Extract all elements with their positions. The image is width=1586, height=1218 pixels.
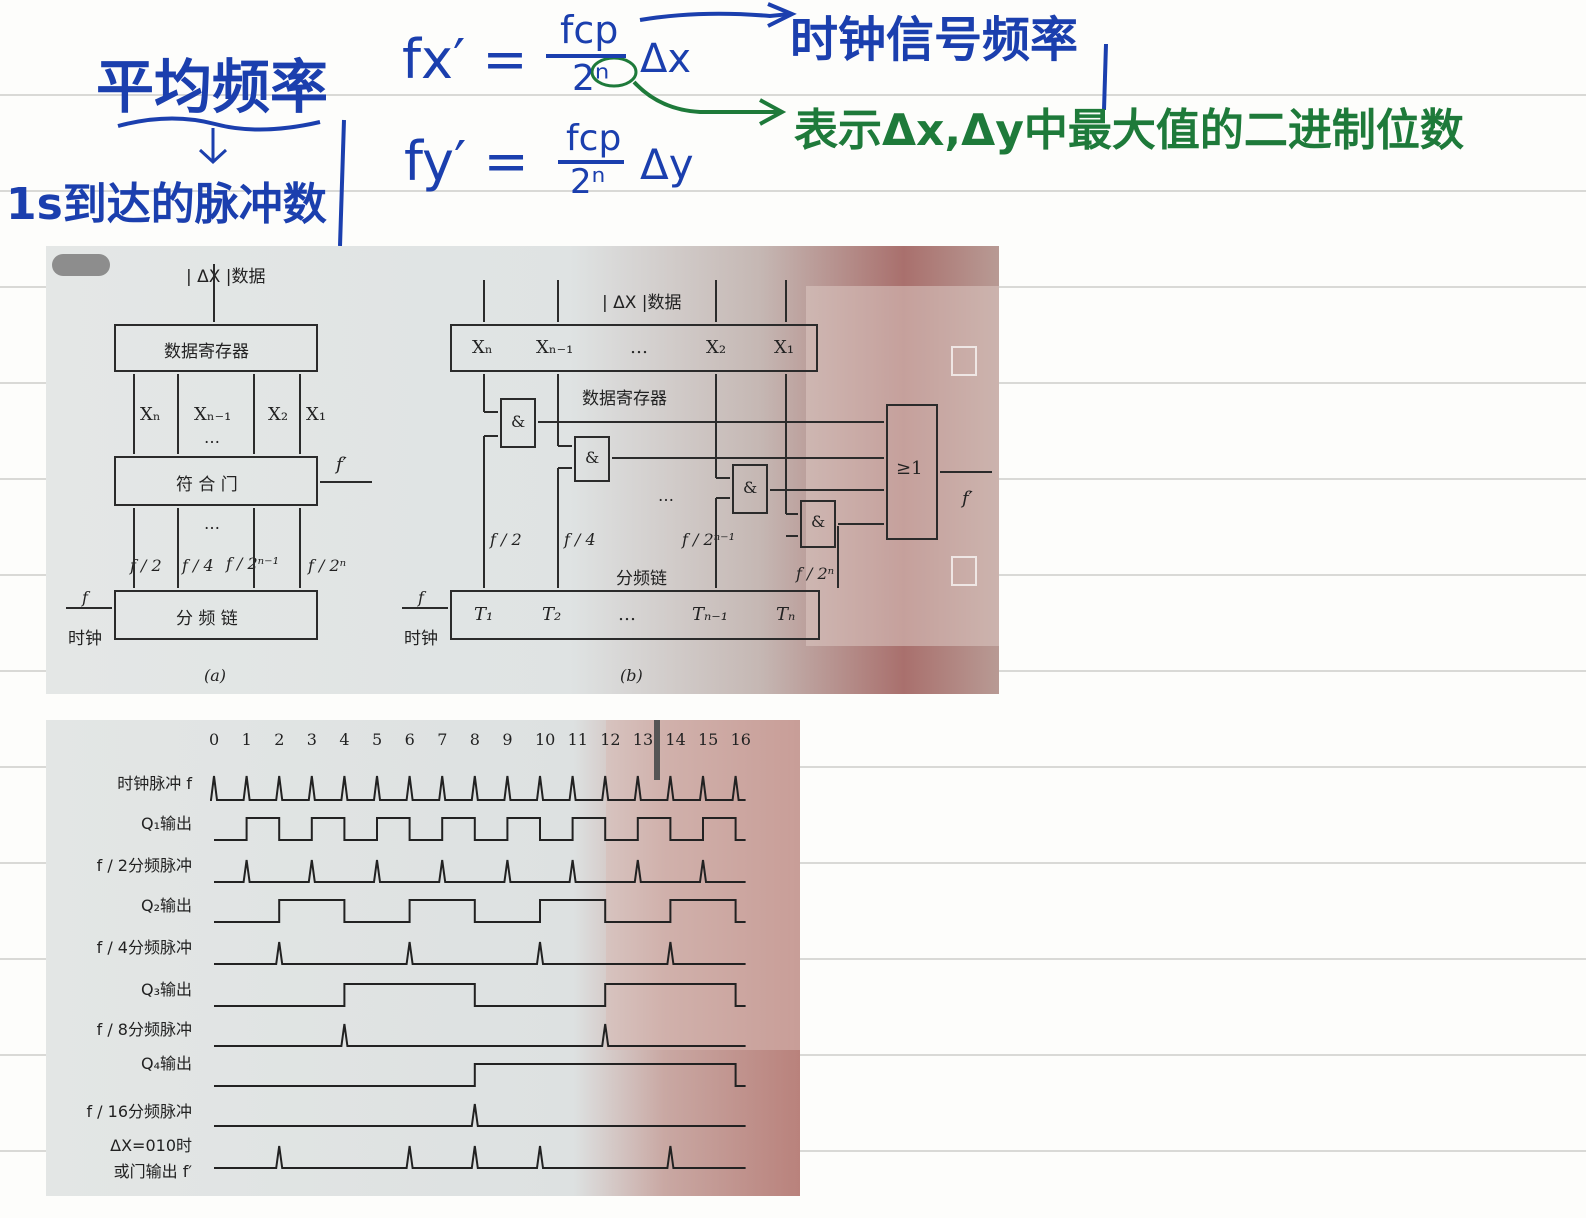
formula-fy-num: fcp xyxy=(566,118,622,159)
q4-waveform xyxy=(214,1063,746,1087)
annotation-pulses-per-second: 1s到达的脉冲数 xyxy=(6,179,327,230)
annotation-clock-frequency: 时钟信号频率 xyxy=(790,12,1079,68)
timing-diagram-photo: 0 1 2 3 4 5 6 7 8 9 10 11 12 13 14 15 16 时钟脉冲 f Q₁输出 f / 2… xyxy=(46,720,800,1196)
waveforms xyxy=(210,775,746,1169)
formula-fy-den: 2ⁿ xyxy=(570,162,606,202)
output-waveform xyxy=(214,1145,746,1169)
f2-pulse-waveform xyxy=(214,859,746,883)
q2-waveform xyxy=(214,899,746,923)
q1-waveform xyxy=(214,817,746,841)
block-diagram-photo: | ΔX |数据 数据寄存器 Xₙ Xₙ₋₁ X₂ X₁ … 符 合 门 f′ … xyxy=(46,246,999,694)
annotation-binary-bits: 表示Δx,Δy中最大值的二进制位数 xyxy=(794,105,1464,156)
formula-fy-lhs: fy′ = xyxy=(404,130,529,193)
q3-waveform xyxy=(214,983,746,1007)
formula-fx-num: fcp xyxy=(560,8,619,52)
f4-pulse-waveform xyxy=(214,941,746,965)
f8-pulse-waveform xyxy=(214,1023,746,1047)
block-diagram-wires xyxy=(66,264,992,609)
formula-fy-rhs: Δy xyxy=(640,140,694,189)
formula-fx-den: 2ⁿ xyxy=(572,58,610,99)
clock-waveform xyxy=(210,775,746,801)
formula-fx-rhs: Δx xyxy=(640,36,692,82)
formula-fx-lhs: fx′ = xyxy=(402,28,528,91)
f16-pulse-waveform xyxy=(214,1103,746,1127)
